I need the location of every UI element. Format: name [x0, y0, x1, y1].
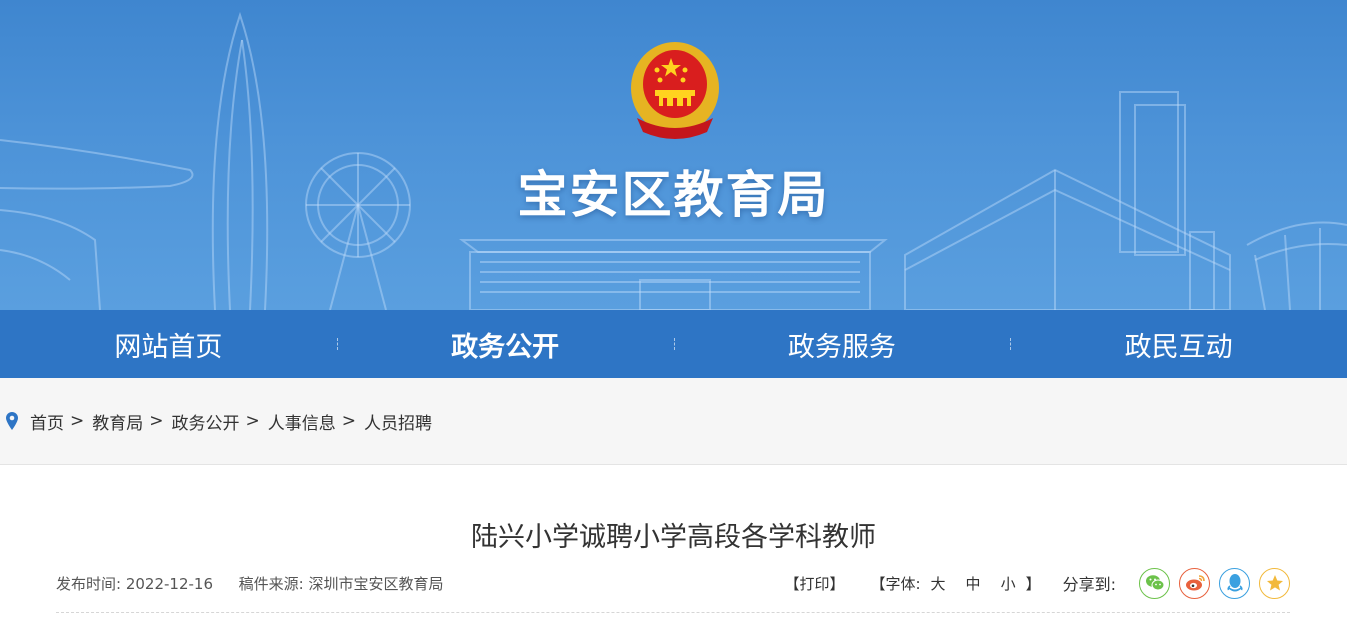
- breadcrumb-recruitment[interactable]: 人员招聘: [364, 409, 432, 434]
- site-title: 宝安区教育局: [517, 166, 830, 224]
- font-size-label: 【字体:: [870, 574, 921, 593]
- breadcrumb-separator: >: [149, 411, 164, 431]
- breadcrumb: 首页 > 教育局 > 政务公开 > 人事信息 > 人员招聘: [0, 378, 1347, 465]
- breadcrumb-education-bureau[interactable]: 教育局: [92, 409, 143, 434]
- print-button[interactable]: 【打印】: [784, 573, 844, 594]
- share-label: 分享到:: [1062, 575, 1116, 594]
- breadcrumb-home[interactable]: 首页: [30, 409, 64, 434]
- meta-divider: [56, 612, 1290, 613]
- breadcrumb-government-affairs[interactable]: 政务公开: [172, 409, 240, 434]
- header-banner: 宝安区教育局: [0, 0, 1347, 310]
- article-meta: 发布时间: 2022-12-16 稿件来源: 深圳市宝安区教育局 【打印】 【字…: [56, 565, 1290, 601]
- location-pin-icon: [6, 412, 18, 430]
- source-value: 深圳市宝安区教育局: [308, 574, 444, 593]
- favorite-star-icon: [1266, 575, 1283, 591]
- share-wechat-button[interactable]: [1139, 567, 1170, 599]
- font-size-close: 】: [1025, 574, 1041, 593]
- nav-item-home[interactable]: 网站首页: [0, 310, 337, 378]
- national-emblem: [631, 42, 719, 139]
- font-size-small-button[interactable]: 小: [1001, 573, 1016, 594]
- weibo-icon: [1185, 575, 1205, 591]
- qq-icon: [1226, 574, 1243, 592]
- source-label: 稿件来源:: [238, 574, 304, 593]
- nav-item-government-services[interactable]: 政务服务: [673, 310, 1011, 378]
- wechat-icon: [1145, 575, 1164, 591]
- publish-date: 2022-12-16: [125, 574, 214, 593]
- share-qq-button[interactable]: [1219, 567, 1250, 599]
- share-weibo-button[interactable]: [1179, 567, 1210, 599]
- article-title: 陆兴小学诚聘小学高段各学科教师: [471, 522, 876, 553]
- breadcrumb-personnel-info[interactable]: 人事信息: [268, 409, 336, 434]
- font-size-medium-button[interactable]: 中: [966, 573, 981, 594]
- breadcrumb-separator: >: [341, 411, 356, 431]
- main-nav: 网站首页 政务公开 政务服务 政民互动: [0, 310, 1347, 378]
- nav-item-public-interaction[interactable]: 政民互动: [1010, 310, 1347, 378]
- font-size-large-button[interactable]: 大: [931, 573, 946, 594]
- favorite-button[interactable]: [1259, 567, 1290, 599]
- publish-label: 发布时间:: [56, 574, 122, 593]
- breadcrumb-separator: >: [245, 411, 260, 431]
- nav-item-government-affairs[interactable]: 政务公开: [336, 310, 674, 378]
- breadcrumb-separator: >: [70, 411, 85, 431]
